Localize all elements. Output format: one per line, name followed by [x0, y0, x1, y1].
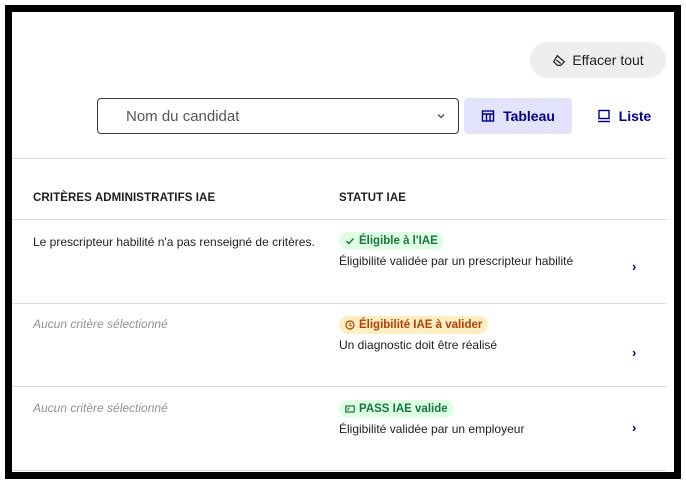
status-badge-label: Éligibilité IAE à valider [359, 319, 483, 331]
status-badge-label: Éligible à l'IAE [359, 235, 438, 247]
eraser-icon [553, 54, 566, 66]
table-row-criteria: Aucun critère sélectionné [33, 401, 168, 415]
clear-all-label: Effacer tout [572, 52, 644, 68]
check-icon [346, 238, 355, 245]
column-header-status: STATUT IAE [339, 192, 407, 204]
row-open-chevron[interactable]: › [632, 259, 636, 274]
row-divider [12, 303, 667, 304]
pass-card-icon [345, 405, 355, 413]
toolbar-divider [12, 158, 667, 159]
view-table-button[interactable]: Tableau [464, 98, 572, 134]
candidate-select[interactable]: Nom du candidat [97, 98, 459, 134]
table-row-criteria: Aucun critère sélectionné [33, 317, 168, 331]
row-divider [12, 386, 667, 387]
table-icon [481, 110, 495, 122]
table-row-criteria: Le prescripteur habilité n'a pas renseig… [33, 235, 315, 249]
status-description: Éligibilité validée par un prescripteur … [339, 254, 574, 268]
list-icon [597, 109, 610, 123]
status-badge: Éligible à l'IAE [339, 232, 444, 250]
candidate-select-placeholder: Nom du candidat [126, 107, 240, 125]
row-divider [12, 470, 667, 471]
status-badge-label: PASS IAE valide [359, 403, 448, 415]
header-divider [12, 219, 667, 220]
table-row-status: PASS IAE valide Éligibilité validée par … [339, 400, 609, 438]
view-list-button[interactable]: Liste [587, 98, 661, 134]
table-row-status: Éligibilité IAE à valider Un diagnostic … [339, 316, 609, 354]
column-header-criteria: CRITÈRES ADMINISTRATIFS IAE [33, 192, 216, 204]
status-badge: PASS IAE valide [339, 400, 454, 418]
status-description: Un diagnostic doit être réalisé [339, 338, 498, 352]
status-description: Éligibilité validée par un employeur [339, 422, 525, 436]
view-table-label: Tableau [503, 108, 555, 124]
clock-icon [345, 320, 355, 330]
chevron-down-icon [437, 114, 445, 119]
row-open-chevron[interactable]: › [632, 420, 636, 435]
clear-all-button[interactable]: Effacer tout [530, 42, 666, 78]
view-list-label: Liste [618, 108, 652, 124]
status-badge: Éligibilité IAE à valider [339, 316, 489, 334]
row-open-chevron[interactable]: › [632, 345, 636, 360]
page-frame: Effacer tout Nom du candidat Tableau Lis… [5, 5, 681, 479]
table-row-status: Éligible à l'IAE Éligibilité validée par… [339, 232, 609, 270]
